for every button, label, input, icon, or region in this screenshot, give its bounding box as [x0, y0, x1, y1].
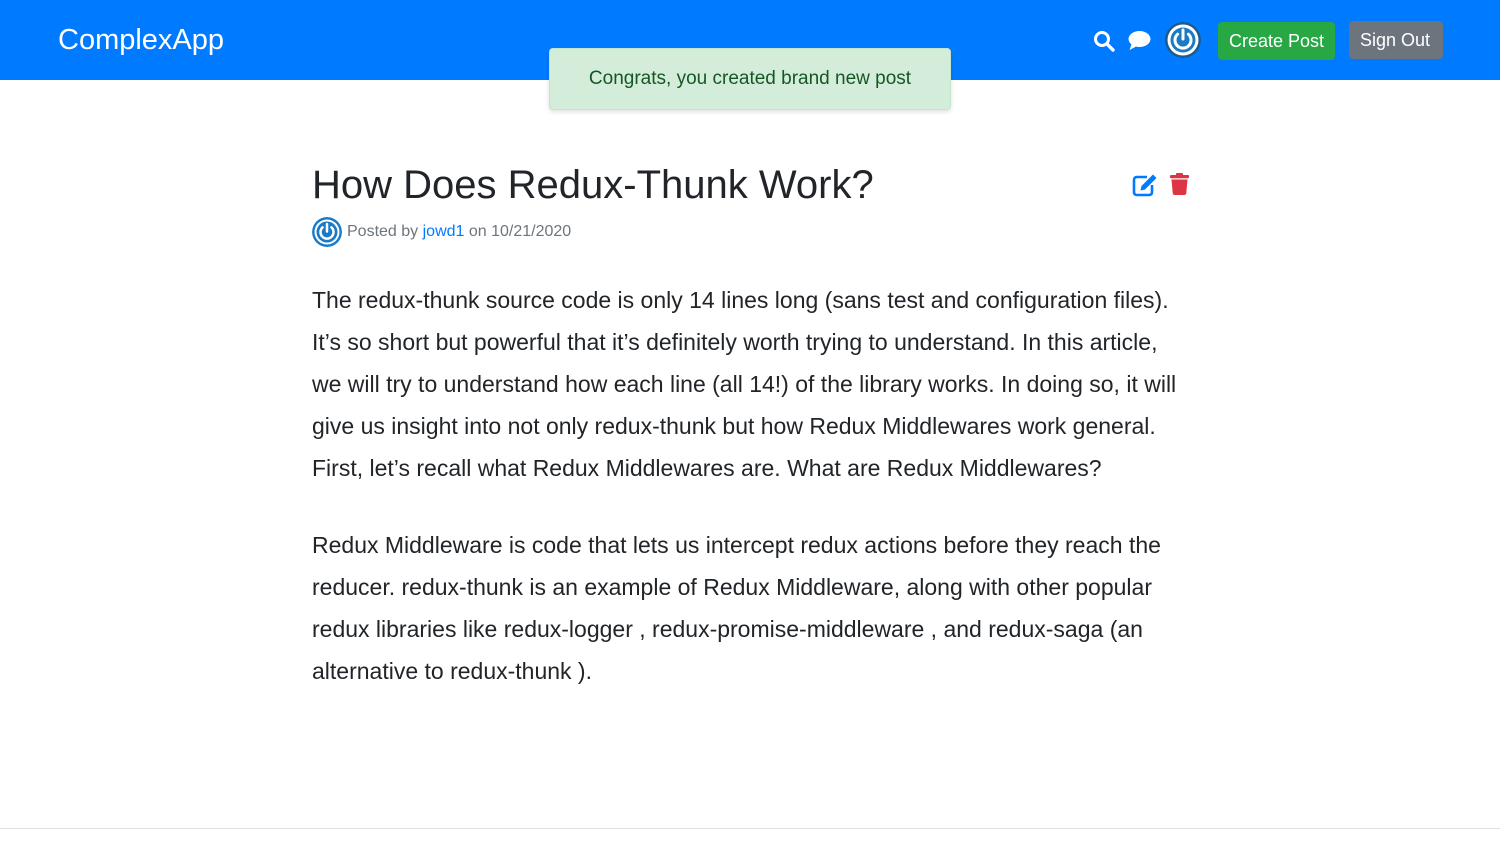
chat-icon[interactable]: [1128, 30, 1151, 51]
user-avatar-icon[interactable]: [1165, 22, 1201, 58]
author-avatar-icon[interactable]: [312, 217, 342, 247]
post-date: 10/21/2020: [491, 223, 572, 240]
author-link[interactable]: jowd1: [423, 223, 465, 241]
post-paragraph: The redux-thunk source code is only 14 l…: [312, 287, 1177, 481]
posted-by-label: Posted by: [347, 223, 419, 240]
trash-icon[interactable]: [1170, 173, 1189, 195]
footer-divider: [0, 828, 1500, 829]
on-label: on: [468, 223, 487, 240]
flash-message: Congrats, you created brand new post: [549, 48, 951, 110]
post-title: How Does Redux-Thunk Work?: [312, 163, 874, 207]
edit-icon[interactable]: [1132, 173, 1158, 197]
post-body: The redux-thunk source code is only 14 l…: [312, 279, 1192, 727]
sign-out-button[interactable]: Sign Out: [1349, 21, 1443, 59]
post-meta: Posted by jowd1 on 10/21/2020: [312, 216, 571, 248]
search-icon[interactable]: [1093, 30, 1115, 52]
post-paragraph: Redux Middleware is code that lets us in…: [312, 532, 1161, 684]
create-post-button[interactable]: Create Post: [1218, 22, 1335, 60]
brand-logo-link[interactable]: ComplexApp: [58, 22, 224, 58]
